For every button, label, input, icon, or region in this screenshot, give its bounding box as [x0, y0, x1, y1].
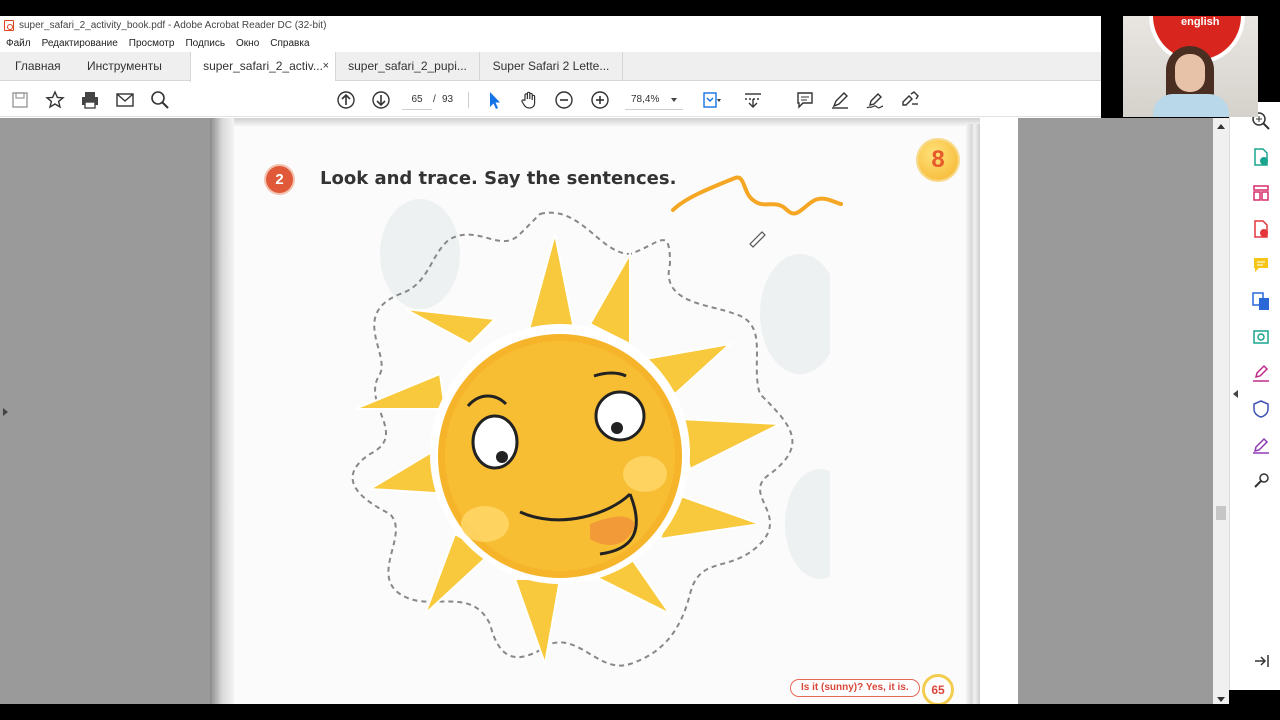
save-icon[interactable] — [9, 89, 31, 111]
scrollbar-thumb[interactable] — [1216, 506, 1226, 520]
vertical-scrollbar[interactable] — [1213, 118, 1229, 706]
window-title: super_safari_2_activity_book.pdf - Adobe… — [19, 19, 327, 31]
sun-cheek — [461, 506, 509, 542]
prev-page-icon[interactable] — [335, 89, 357, 111]
zoom-in-icon[interactable] — [589, 89, 611, 111]
exercise-instruction: Look and trace. Say the sentences. — [320, 168, 677, 189]
bottom-letterbox — [0, 704, 1280, 720]
tools-panel — [1229, 102, 1280, 690]
highlight-pen-icon[interactable] — [829, 89, 851, 111]
scroll-up-icon[interactable] — [1217, 124, 1225, 129]
toolbar-divider — [468, 92, 469, 108]
presenter-body — [1153, 94, 1229, 117]
toolbar: 65 / 93 78,4% — [0, 82, 1101, 117]
email-icon[interactable] — [114, 89, 136, 111]
menu-sign[interactable]: Подпись — [185, 38, 225, 49]
organize-pages-icon[interactable] — [1250, 182, 1272, 204]
menu-help[interactable]: Справка — [270, 38, 309, 49]
tab-tools[interactable]: Инструменты — [87, 52, 162, 81]
sun-eye-left — [471, 414, 519, 470]
tab-document-active[interactable]: super_safari_2_activ... × — [190, 52, 335, 82]
comment-icon[interactable] — [794, 89, 816, 111]
export-pdf-icon[interactable] — [1250, 146, 1272, 168]
tab-bar: Главная Инструменты super_safari_2_activ… — [0, 52, 1101, 82]
zoom-value: 78,4% — [631, 94, 660, 105]
zoom-select[interactable]: 78,4% — [625, 90, 683, 110]
select-cursor-icon[interactable] — [483, 89, 505, 111]
scan-icon[interactable] — [1250, 326, 1272, 348]
pdf-page: 2 Look and trace. Say the sentences. 8 I… — [210, 118, 1018, 704]
page-separator: / — [433, 94, 436, 105]
search-icon[interactable] — [149, 89, 171, 111]
sun-cheek — [623, 456, 667, 492]
tab-document[interactable]: super_safari_2_pupi... — [335, 52, 479, 81]
menu-window[interactable]: Окно — [236, 38, 259, 49]
menu-view[interactable]: Просмотр — [129, 38, 175, 49]
page-edge — [210, 118, 1018, 126]
tab-home[interactable]: Главная — [15, 52, 61, 81]
acrobat-window: super_safari_2_activity_book.pdf - Adobe… — [0, 16, 1229, 706]
pencil-cursor-icon — [749, 231, 766, 248]
unit-badge: 8 — [918, 140, 958, 180]
page-total: 93 — [442, 94, 454, 105]
scroll-down-icon[interactable] — [1217, 697, 1225, 702]
page-binding-shadow — [210, 118, 234, 704]
hand-icon[interactable] — [518, 89, 540, 111]
more-tools-icon[interactable] — [1250, 470, 1272, 492]
page-edge — [966, 124, 980, 704]
ink-annotation — [671, 175, 843, 216]
star-icon[interactable] — [44, 89, 66, 111]
page-number-input[interactable]: 65 — [402, 90, 432, 110]
combine-files-icon[interactable] — [1250, 290, 1272, 312]
scroll-mode-icon[interactable] — [742, 89, 764, 111]
sign-icon[interactable] — [864, 89, 886, 111]
expand-panel-icon[interactable] — [1250, 650, 1272, 672]
create-pdf-icon[interactable] — [1250, 218, 1272, 240]
share-icon[interactable] — [899, 89, 921, 111]
school-logo-text: english — [1181, 16, 1220, 28]
screen: super_safari_2_activity_book.pdf - Adobe… — [0, 0, 1280, 720]
fill-sign-icon[interactable] — [1250, 362, 1272, 384]
next-page-icon[interactable] — [370, 89, 392, 111]
document-viewer[interactable]: 2 Look and trace. Say the sentences. 8 I… — [0, 118, 1213, 706]
expand-left-panel-icon[interactable] — [3, 408, 8, 416]
tab-document[interactable]: Super Safari 2 Lette... — [479, 52, 623, 81]
protect-icon[interactable] — [1250, 398, 1272, 420]
close-icon[interactable]: × — [323, 52, 329, 81]
annotation-layer — [671, 175, 843, 248]
menu-file[interactable]: Файл — [6, 38, 31, 49]
comment-icon[interactable] — [1250, 254, 1272, 276]
fit-page-icon[interactable] — [700, 89, 722, 111]
sun-illustration — [351, 199, 830, 668]
sun-pupil — [611, 422, 623, 434]
footer-page-number: 65 — [922, 674, 954, 704]
page-margin — [980, 118, 1018, 704]
title-bar: super_safari_2_activity_book.pdf - Adobe… — [0, 16, 1101, 34]
exercise-number: 2 — [266, 166, 293, 193]
footer-sentence: Is it (sunny)? Yes, it is. — [790, 679, 920, 697]
menu-edit[interactable]: Редактирование — [42, 38, 118, 49]
tab-document-label: super_safari_2_activ... — [203, 59, 323, 73]
chevron-down-icon — [671, 98, 677, 102]
collapse-panel-icon[interactable] — [1233, 390, 1238, 398]
menu-bar: Файл Редактирование Просмотр Подпись Окн… — [0, 34, 1101, 52]
sun-pupil — [496, 451, 508, 463]
edit-pdf-icon[interactable] — [1250, 434, 1272, 456]
presenter-face — [1175, 54, 1205, 92]
zoom-out-icon[interactable] — [553, 89, 575, 111]
pdf-app-icon — [4, 19, 14, 31]
webcam-overlay: english — [1123, 16, 1258, 117]
print-icon[interactable] — [79, 89, 101, 111]
